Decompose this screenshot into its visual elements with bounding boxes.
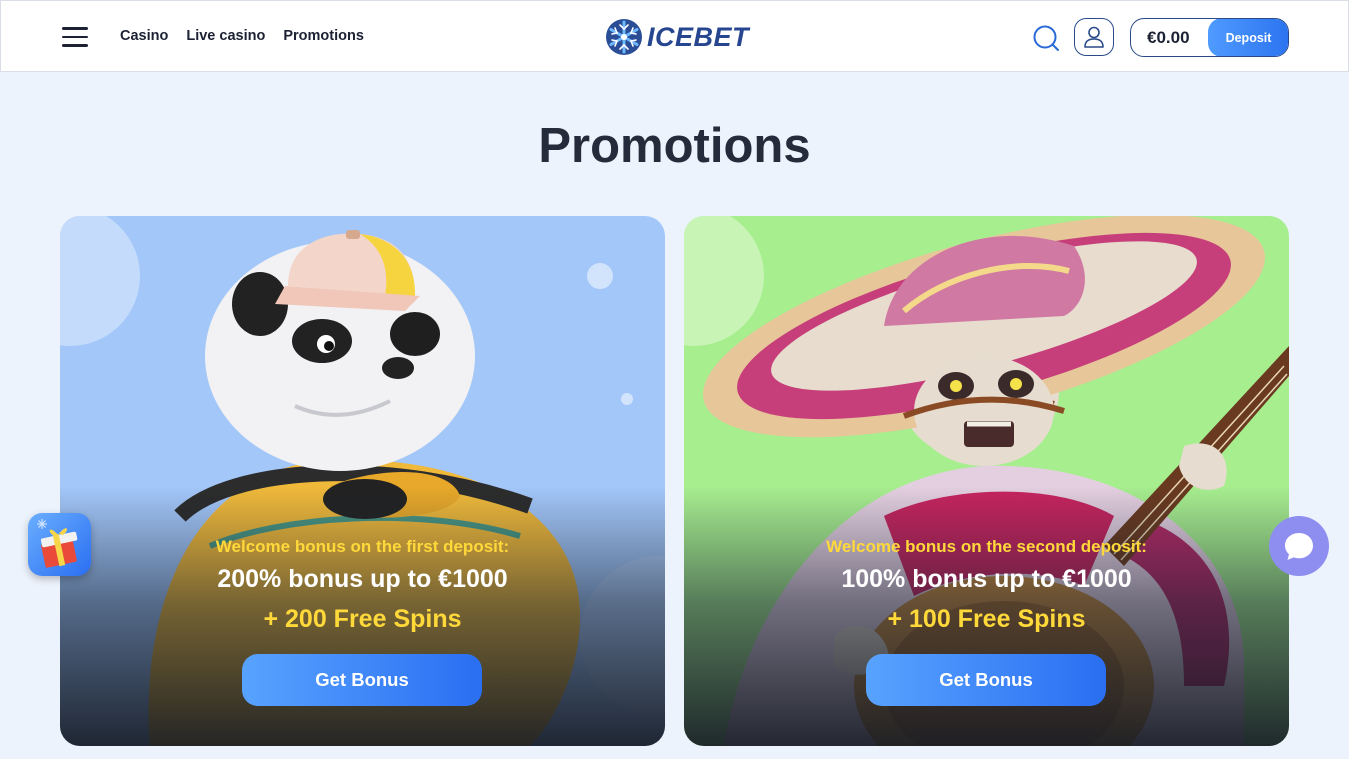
- promo-subtitle: Welcome bonus on the first deposit:: [215, 537, 510, 556]
- main-nav: Casino Live casino Promotions: [120, 28, 364, 44]
- balance-amount: €0.00: [1147, 28, 1190, 47]
- balance-widget: €0.00 Deposit: [1130, 18, 1289, 57]
- get-bonus-button[interactable]: Get Bonus: [242, 654, 482, 706]
- nav-casino[interactable]: Casino: [120, 28, 168, 44]
- get-bonus-button[interactable]: Get Bonus: [866, 654, 1106, 706]
- nav-live-casino[interactable]: Live casino: [186, 28, 265, 44]
- promo-card-second-deposit: Welcome bonus on the second deposit: 100…: [684, 216, 1289, 746]
- search-button[interactable]: [1031, 23, 1061, 53]
- hamburger-menu-icon[interactable]: [62, 26, 88, 48]
- promo-free-spins: + 200 Free Spins: [263, 605, 462, 633]
- promo-subtitle: Welcome bonus on the second deposit:: [826, 537, 1147, 556]
- snowflake-icon: [606, 19, 642, 55]
- site-logo[interactable]: ICEBET: [605, 18, 749, 56]
- deposit-button[interactable]: Deposit: [1208, 19, 1288, 56]
- gift-button[interactable]: [28, 513, 91, 576]
- promo-card-first-deposit: Welcome bonus on the first deposit: 200%…: [60, 216, 665, 746]
- site-header: Casino Live casino Promotions ICEBET €0.…: [0, 0, 1349, 72]
- user-icon: [1084, 26, 1104, 48]
- logo-text: ICEBET: [647, 21, 750, 52]
- page-title: Promotions: [538, 119, 811, 173]
- promo-headline: 200% bonus up to €1000: [217, 565, 508, 593]
- nav-promotions[interactable]: Promotions: [283, 28, 364, 44]
- promo-headline: 100% bonus up to €1000: [841, 565, 1132, 593]
- gift-icon: [37, 519, 78, 568]
- search-icon: [1033, 25, 1059, 51]
- account-button[interactable]: [1074, 18, 1114, 56]
- chat-icon: [1285, 533, 1313, 560]
- live-chat-button[interactable]: [1269, 516, 1329, 576]
- promo-free-spins: + 100 Free Spins: [887, 605, 1086, 633]
